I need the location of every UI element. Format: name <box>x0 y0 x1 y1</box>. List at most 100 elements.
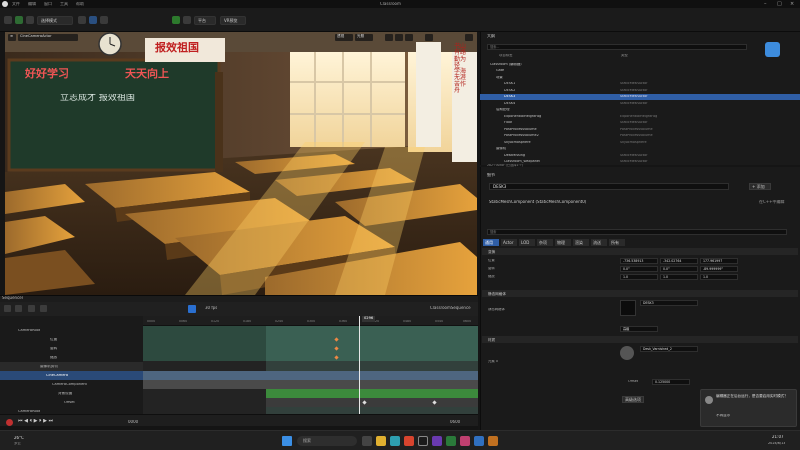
offset-field[interactable]: 0.125000 <box>652 379 690 385</box>
col-item-label[interactable]: 项目标签 <box>499 54 513 57</box>
menu-tools[interactable]: 工具 <box>60 2 68 6</box>
tab-misc[interactable]: 杂项 <box>537 239 553 246</box>
current-frame[interactable]: 0296 <box>362 316 376 322</box>
camera-button[interactable]: CineCameraActor <box>18 34 78 41</box>
lit-button[interactable]: 光照 <box>355 34 373 41</box>
add-component-button[interactable]: + 添加 <box>749 183 771 190</box>
maximize-viewport-icon[interactable] <box>465 34 473 41</box>
app-icon[interactable] <box>432 436 442 446</box>
save-icon[interactable] <box>4 16 12 24</box>
mesh-picker[interactable]: DESK3 <box>640 300 698 306</box>
mesh-thumbnail[interactable] <box>620 300 636 316</box>
transport-controls[interactable]: ⏮ ◀ ⏴ ▶ ⏵ ▶ ⏭ <box>18 419 53 424</box>
save-sequence-icon[interactable] <box>4 305 11 312</box>
blueprint-icon[interactable] <box>89 16 97 24</box>
camera-cut-track[interactable] <box>143 371 478 380</box>
app-icon[interactable] <box>474 436 484 446</box>
end-frame[interactable]: 0600 <box>450 420 460 424</box>
platform-button[interactable]: 平台 <box>194 16 216 25</box>
details-search[interactable]: 搜索 <box>487 229 787 235</box>
offset-track[interactable] <box>266 398 478 407</box>
scale-x[interactable]: 1.0 <box>620 274 658 280</box>
section-static-mesh[interactable]: 静态网格体 <box>482 290 798 297</box>
component-row[interactable]: StaticMeshComponent (StaticMeshComponent… <box>489 200 689 204</box>
track-row[interactable]: 位置 <box>0 335 143 344</box>
outliner-tab[interactable]: 大纲 <box>487 34 495 38</box>
tab-streaming[interactable]: 流送 <box>591 239 607 246</box>
tab-all[interactable]: 所有 <box>609 239 625 246</box>
advanced-options-button[interactable]: 高级选项 <box>622 396 644 403</box>
outliner-search[interactable]: 搜索... <box>487 44 747 50</box>
scale-y[interactable]: 1.0 <box>660 274 698 280</box>
menu-file[interactable]: 文件 <box>12 2 20 6</box>
find-icon[interactable] <box>15 305 22 312</box>
tab-actor[interactable]: Actor <box>501 239 517 246</box>
actor-name-field[interactable]: DESK3 <box>489 183 729 190</box>
track-row[interactable]: 对焦设置 <box>0 389 143 398</box>
edit-cpp-link[interactable]: 在C++中编辑 <box>759 200 785 204</box>
unreal-taskbar-icon[interactable] <box>418 436 428 446</box>
scale-icon[interactable] <box>405 34 413 41</box>
windows-start-icon[interactable] <box>282 436 292 446</box>
edge-icon[interactable] <box>390 436 400 446</box>
explorer-icon[interactable] <box>376 436 386 446</box>
track-row[interactable]: CameraRoot <box>0 326 143 335</box>
material-picker[interactable]: Desk_Varnished_2 <box>640 346 698 352</box>
section-materials[interactable]: 材质 <box>482 336 798 343</box>
add-actor-icon[interactable] <box>78 16 86 24</box>
skip-icon[interactable] <box>183 16 191 24</box>
fps-dropdown[interactable]: 30 fps <box>205 306 217 310</box>
weather-temp[interactable]: 26°C <box>14 436 24 440</box>
chrome-icon[interactable] <box>404 436 414 446</box>
component-track[interactable] <box>143 380 478 389</box>
tab-physics[interactable]: 物理 <box>555 239 571 246</box>
close-icon[interactable]: × <box>790 1 794 7</box>
taskbar-search[interactable]: 搜索 <box>297 436 357 446</box>
app-icon[interactable] <box>446 436 456 446</box>
track-row[interactable]: 旋转 <box>0 344 143 353</box>
record-icon[interactable] <box>6 419 13 426</box>
perspective-button[interactable]: 透视 <box>335 34 353 41</box>
track-row-selected[interactable]: CineCamera <box>0 371 143 380</box>
dont-show-link[interactable]: 不再显示 <box>716 414 730 418</box>
snap-icon[interactable] <box>188 305 196 313</box>
tab-lod[interactable]: LOD <box>519 239 535 246</box>
rotation-x[interactable]: 0.0° <box>620 266 658 272</box>
cube-icon[interactable] <box>26 16 34 24</box>
play-icon[interactable] <box>172 16 180 24</box>
outliner-row[interactable]: Classroom_Wallpanel StaticMeshActor <box>480 159 800 166</box>
track-row[interactable]: 摄像机剪切 <box>0 362 143 371</box>
rotate-icon[interactable] <box>395 34 403 41</box>
rotation-y[interactable]: 0.0° <box>660 266 698 272</box>
location-x[interactable]: -736.538913 <box>620 258 658 264</box>
section-transform[interactable]: 变换 <box>482 248 798 255</box>
viewport-options-button[interactable]: ≡ <box>8 34 16 41</box>
menu-window[interactable]: 窗口 <box>44 2 52 6</box>
clock-time[interactable]: 21:07 <box>772 435 784 439</box>
location-y[interactable]: -342.02764 <box>660 258 698 264</box>
rotation-z[interactable]: -89.999999° <box>700 266 738 272</box>
mode-button[interactable]: 选择模式 <box>37 16 73 25</box>
tab-general[interactable]: 通用 <box>483 239 499 246</box>
translate-icon[interactable] <box>385 34 393 41</box>
scale-z[interactable]: 1.0 <box>700 274 738 280</box>
app-icon[interactable] <box>488 436 498 446</box>
focus-track[interactable] <box>266 389 478 398</box>
app-icon[interactable] <box>460 436 470 446</box>
details-tab[interactable]: 细节 <box>487 173 495 177</box>
track-row[interactable]: Offset <box>0 398 143 407</box>
track-row[interactable]: CameraComponent <box>0 380 143 389</box>
start-frame[interactable]: 0000 <box>128 420 138 424</box>
advanced-dropdown[interactable]: 高级 <box>620 326 658 332</box>
timeline-ruler[interactable]: 0000 0060 0120 0180 0240 0300 0360 0420 … <box>143 316 478 326</box>
level-viewport[interactable]: 好好学习 天天向上 立志成才 报效祖国 报效祖国 书山有路勤为径 学海无涯苦作舟 <box>5 32 477 295</box>
menu-edit[interactable]: 编辑 <box>28 2 36 6</box>
menu-help[interactable]: 帮助 <box>76 2 84 6</box>
track-area[interactable] <box>143 316 478 414</box>
render-icon[interactable] <box>40 305 47 312</box>
camera-icon[interactable] <box>28 305 35 312</box>
material-thumbnail[interactable] <box>620 346 634 360</box>
tab-rendering[interactable]: 渲染 <box>573 239 589 246</box>
grid-snap-icon[interactable] <box>425 34 433 41</box>
cinematics-icon[interactable] <box>100 16 108 24</box>
